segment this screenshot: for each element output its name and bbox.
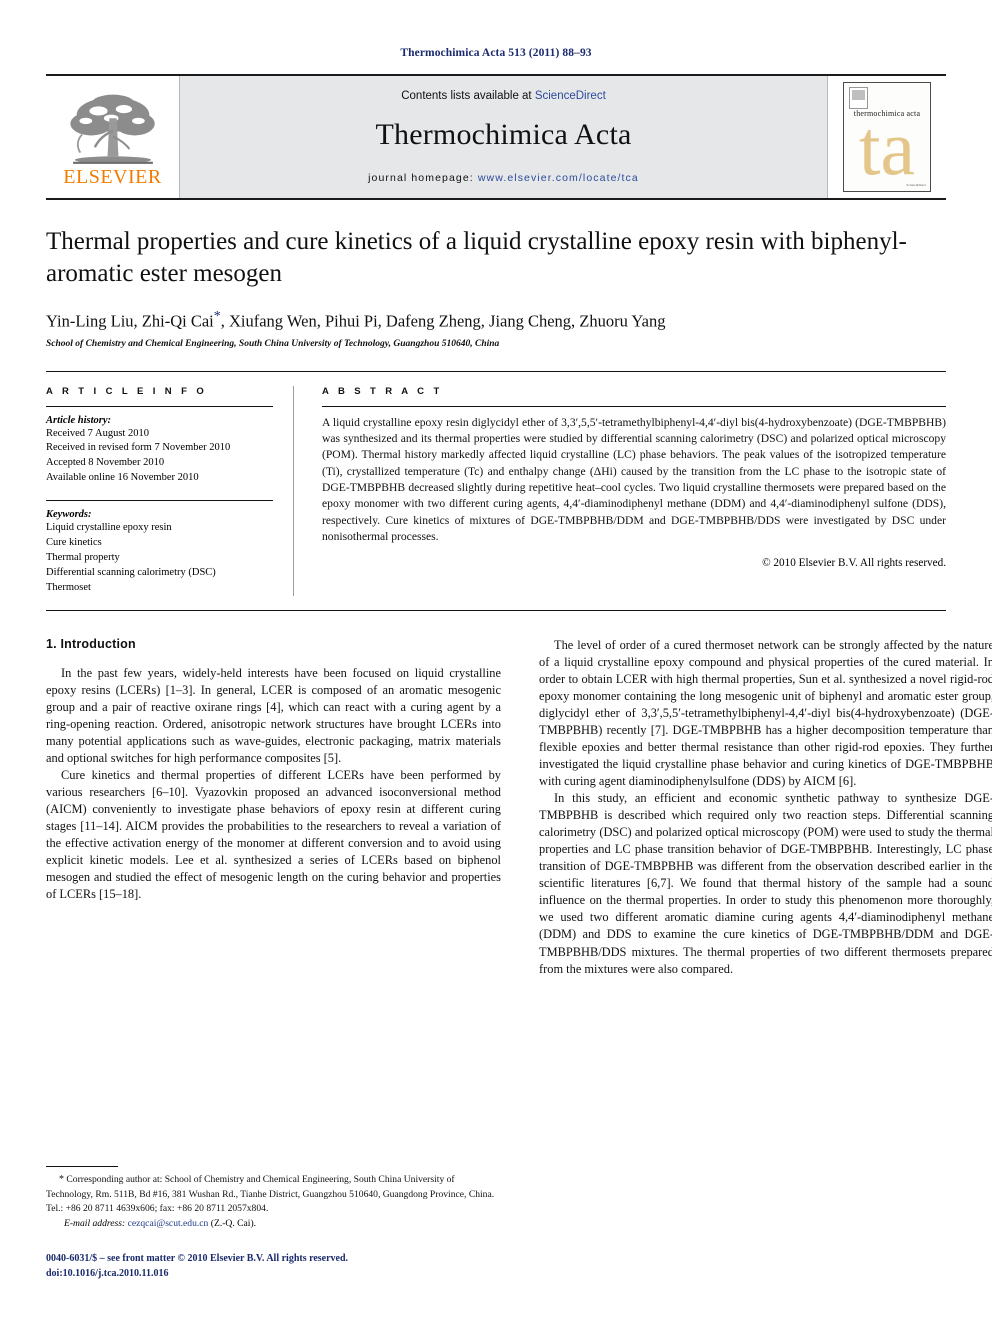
journal-cover-thumbnail: ta thermochimica acta ScienceDirect bbox=[843, 82, 931, 192]
elsevier-wordmark: ELSEVIER bbox=[63, 166, 162, 188]
footnote-email-line: E-mail address: cezqcai@scut.edu.cn (Z.-… bbox=[46, 1217, 501, 1231]
masthead-center: Contents lists available at ScienceDirec… bbox=[180, 76, 827, 198]
cover-monogram: ta bbox=[858, 104, 916, 191]
article-page: Thermochimica Acta 513 (2011) 88–93 ELSE… bbox=[0, 0, 992, 1323]
abstract-rule bbox=[322, 405, 946, 407]
history-received: Received 7 August 2010 bbox=[46, 427, 149, 439]
abstract-text: A liquid crystalline epoxy resin diglyci… bbox=[322, 415, 946, 543]
keywords-label: Keywords: bbox=[46, 509, 92, 521]
journal-homepage-line: journal homepage: www.elsevier.com/locat… bbox=[368, 172, 639, 184]
contents-prefix: Contents lists available at bbox=[401, 90, 535, 102]
abstract-heading: A B S T R A C T bbox=[322, 385, 443, 397]
keywords-rule bbox=[46, 500, 273, 502]
author-names-rest: , Xiufang Wen, Pihui Pi, Dafeng Zheng, J… bbox=[220, 311, 666, 331]
title-block: Thermal properties and cure kinetics of … bbox=[46, 200, 946, 349]
keyword-item: Liquid crystalline epoxy resin bbox=[46, 522, 172, 534]
footnote-corresponding-text: * Corresponding author at: School of Che… bbox=[46, 1173, 501, 1202]
colophon: 0040-6031/$ – see front matter © 2010 El… bbox=[46, 1252, 566, 1281]
paragraph: In the past few years, widely-held inter… bbox=[46, 665, 501, 765]
email-label: E-mail address: bbox=[64, 1217, 126, 1229]
footnote-rule bbox=[46, 1166, 118, 1168]
page-title: Thermal properties and cure kinetics of … bbox=[46, 228, 907, 287]
keywords-block: Keywords: Liquid crystalline epoxy resin… bbox=[46, 509, 273, 596]
article-info-heading: A R T I C L E I N F O bbox=[46, 385, 208, 397]
keyword-item: Differential scanning calorimetry (DSC) bbox=[46, 566, 216, 578]
footnote-address: Corresponding author at: School of Chemi… bbox=[46, 1174, 495, 1200]
article-info-rule bbox=[46, 405, 273, 407]
homepage-url-link[interactable]: www.elsevier.com/locate/tca bbox=[478, 172, 639, 184]
cover-footer-text: ScienceDirect bbox=[906, 182, 926, 187]
homepage-label: journal homepage: bbox=[368, 172, 474, 184]
keyword-item: Thermoset bbox=[46, 581, 91, 593]
abstract-copyright: © 2010 Elsevier B.V. All rights reserved… bbox=[762, 557, 946, 570]
paragraph: Cure kinetics and thermal properties of … bbox=[46, 767, 501, 902]
author-list: Yin-Ling Liu, Zhi-Qi Cai*, Xiufang Wen, … bbox=[46, 309, 946, 332]
history-accepted: Accepted 8 November 2010 bbox=[46, 457, 165, 469]
history-online: Available online 16 November 2010 bbox=[46, 472, 199, 484]
doi-line[interactable]: doi:10.1016/j.tca.2010.11.016 bbox=[46, 1267, 566, 1282]
body-columns: 1. Introduction In the past few years, w… bbox=[46, 637, 992, 1137]
author-affiliation: School of Chemistry and Chemical Enginee… bbox=[46, 338, 500, 349]
body-column-left: 1. Introduction In the past few years, w… bbox=[46, 637, 501, 1137]
sciencedirect-link[interactable]: ScienceDirect bbox=[535, 90, 606, 102]
elsevier-tree-icon bbox=[69, 94, 155, 164]
publisher-logo: ELSEVIER bbox=[46, 76, 180, 198]
paragraph: The level of order of a cured thermoset … bbox=[539, 637, 992, 789]
section-heading-introduction: 1. Introduction bbox=[46, 636, 136, 651]
running-head: Thermochimica Acta 513 (2011) 88–93 bbox=[400, 47, 592, 59]
contents-available-line: Contents lists available at ScienceDirec… bbox=[401, 90, 606, 102]
journal-title: Thermochimica Acta bbox=[375, 118, 632, 151]
body-column-right: The level of order of a cured thermoset … bbox=[539, 637, 992, 1137]
email-suffix: (Z.-Q. Cai). bbox=[208, 1217, 257, 1229]
corresponding-author-marker: * bbox=[213, 309, 221, 324]
info-abstract-region: A R T I C L E I N F O Article history: R… bbox=[46, 370, 946, 596]
article-info-column: A R T I C L E I N F O Article history: R… bbox=[46, 385, 294, 596]
article-history-label: Article history: bbox=[46, 414, 112, 426]
corresponding-author-footnote: * Corresponding author at: School of Che… bbox=[46, 1166, 501, 1231]
keyword-item: Cure kinetics bbox=[46, 537, 102, 549]
footnote-star-marker: * bbox=[59, 1174, 64, 1186]
history-revised: Received in revised form 7 November 2010 bbox=[46, 442, 231, 454]
issn-copyright-line: 0040-6031/$ – see front matter © 2010 El… bbox=[46, 1253, 349, 1264]
keyword-item: Thermal property bbox=[46, 551, 120, 563]
email-address-link[interactable]: cezqcai@scut.edu.cn bbox=[128, 1218, 209, 1229]
footnote-telephone: Tel.: +86 20 8711 4639x606; fax: +86 20 … bbox=[46, 1202, 269, 1214]
author-names-first: Yin-Ling Liu, Zhi-Qi Cai bbox=[46, 311, 214, 331]
abstract-column: A B S T R A C T A liquid crystalline epo… bbox=[294, 386, 946, 596]
paragraph: In this study, an efficient and economic… bbox=[539, 791, 992, 976]
journal-cover-container: ta thermochimica acta ScienceDirect bbox=[827, 76, 946, 198]
journal-masthead: ELSEVIER Contents lists available at Sci… bbox=[46, 74, 946, 198]
cover-journal-title: thermochimica acta bbox=[853, 109, 921, 118]
info-abstract-bottom-rule bbox=[46, 609, 946, 611]
